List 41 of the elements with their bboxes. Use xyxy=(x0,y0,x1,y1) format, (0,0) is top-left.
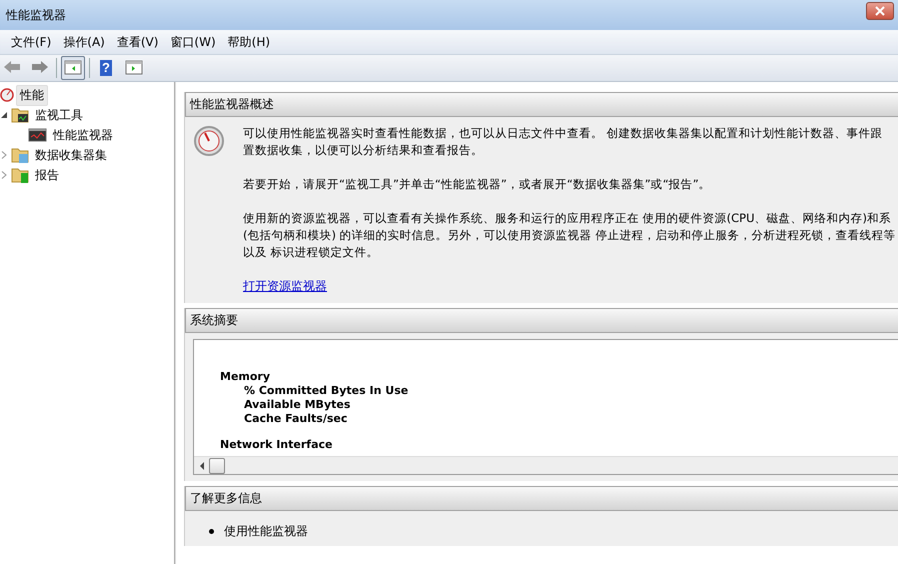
tree-item[interactable]: 性能监视器 xyxy=(50,126,116,144)
menu-item[interactable]: 操作(A) xyxy=(58,32,110,52)
toolbar-button[interactable]: ? xyxy=(94,56,118,80)
menu-item[interactable]: 帮助(H) xyxy=(222,32,276,52)
close-icon xyxy=(874,6,886,16)
scroll-thumb[interactable] xyxy=(209,458,225,474)
open-resource-monitor-link[interactable]: 打开资源监视器 xyxy=(243,278,327,295)
folder-icon xyxy=(11,146,29,164)
paragraph: 使用新的资源监视器，可以查看有关操作系统、服务和运行的应用程序正在 使用的硬件资源(CPU、磁盘、网络和内存)和系 (包括句柄和模块) 的详细的实时信息。另外，可以使用资源监视器 停止进程，启动和停止服务，分析进程死锁，查看线程等 以及 标识进程锁定文件。 xyxy=(243,210,896,261)
menu-item[interactable]: 文件(F) xyxy=(6,32,56,52)
pane-icon xyxy=(125,59,143,77)
tree-item[interactable]: 报告 xyxy=(32,166,62,184)
left-arrow-icon xyxy=(199,462,205,470)
graph-window-icon xyxy=(28,126,47,144)
section-header[interactable]: 系统摘要 xyxy=(185,308,898,333)
tree-item[interactable]: 数据收集器集 xyxy=(32,146,110,164)
tree-item[interactable]: 监视工具 xyxy=(32,106,86,124)
bullet-icon xyxy=(209,529,214,534)
help-topic: 使用性能监视器 xyxy=(224,523,308,540)
menu-item[interactable]: 窗口(W) xyxy=(165,32,221,52)
section-header[interactable]: 性能监视器概述 xyxy=(185,92,898,117)
gauge-icon xyxy=(193,125,225,157)
gauge-icon xyxy=(0,88,14,102)
pane-icon xyxy=(64,59,82,77)
counter-name: Available MBytes xyxy=(243,398,352,412)
window-title: 性能监视器 xyxy=(6,6,67,24)
paragraph: 若要开始，请展开“监视工具”并单击“性能监视器”，或者展开“数据收集器集”或“报告”。 xyxy=(243,176,712,193)
counter-group: Memory xyxy=(220,370,898,384)
help-icon: ? xyxy=(100,60,112,76)
tree-item[interactable]: 性能 xyxy=(16,84,48,106)
counter-name: % Committed Bytes In Use xyxy=(243,384,410,398)
toolbar-button[interactable] xyxy=(61,56,85,80)
horizontal-scrollbar[interactable] xyxy=(194,456,898,474)
folder-icon xyxy=(11,106,29,124)
folder-icon xyxy=(11,166,29,184)
section-header[interactable]: 了解更多信息 xyxy=(185,486,898,511)
paragraph: 可以使用性能监视器实时查看性能数据，也可以从日志文件中查看。 创建数据收集器集以配置和计划性能计数器、事件跟 置数据收集，以便可以分析结果和查看报告。 xyxy=(243,125,884,159)
close-button[interactable] xyxy=(866,2,894,20)
menu-item[interactable]: 查看(V) xyxy=(112,32,164,52)
counter-name: Cache Faults/sec xyxy=(243,412,348,426)
counter-group: Network Interface xyxy=(220,438,898,452)
